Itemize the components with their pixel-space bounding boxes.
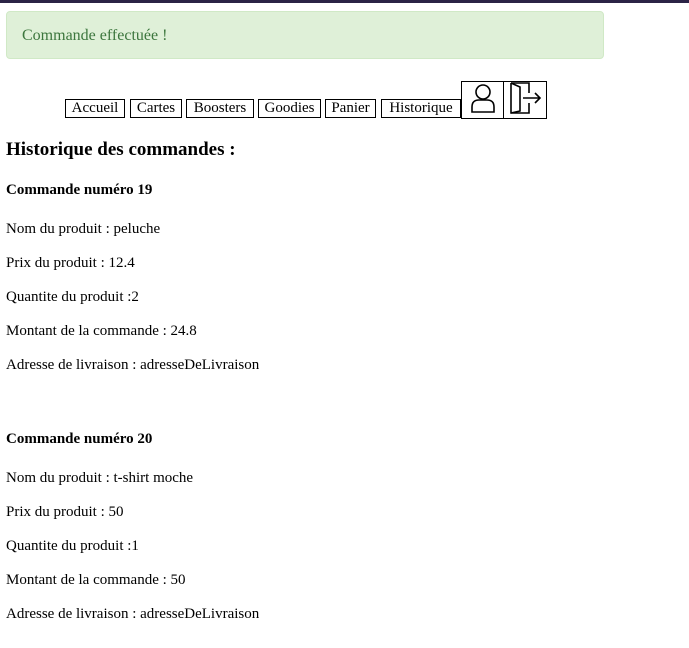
order-quantity: Quantite du produit :1 bbox=[6, 538, 139, 554]
order-heading: Commande numéro 20 bbox=[6, 431, 153, 447]
alert-message: Commande effectuée ! bbox=[22, 27, 168, 44]
nav-cartes[interactable]: Cartes bbox=[130, 99, 182, 118]
order-card: Commande numéro 20 Nom du produit : t-sh… bbox=[6, 430, 259, 622]
order-total: Montant de la commande : 50 bbox=[6, 572, 186, 588]
order-product: Nom du produit : t-shirt moche bbox=[6, 470, 194, 486]
order-quantity: Quantite du produit :2 bbox=[6, 289, 139, 305]
order-card: Commande numéro 19 Nom du produit : pelu… bbox=[6, 181, 259, 373]
profile-button[interactable] bbox=[461, 81, 504, 119]
order-product: Nom du produit : peluche bbox=[6, 221, 161, 237]
success-alert: Commande effectuée ! bbox=[6, 11, 604, 59]
user-icon bbox=[468, 82, 498, 119]
logout-icon bbox=[508, 81, 542, 120]
order-address: Adresse de livraison : adresseDeLivraiso… bbox=[6, 606, 260, 622]
order-address: Adresse de livraison : adresseDeLivraiso… bbox=[6, 357, 260, 373]
logout-button[interactable] bbox=[503, 81, 547, 119]
page-title: Historique des commandes : bbox=[6, 139, 236, 160]
order-price: Prix du produit : 12.4 bbox=[6, 255, 135, 271]
top-accent-bar bbox=[0, 0, 689, 3]
order-price: Prix du produit : 50 bbox=[6, 504, 124, 520]
order-total: Montant de la commande : 24.8 bbox=[6, 323, 197, 339]
nav-panier[interactable]: Panier bbox=[325, 99, 376, 118]
nav-goodies[interactable]: Goodies bbox=[258, 99, 321, 118]
order-heading: Commande numéro 19 bbox=[6, 182, 153, 198]
nav-boosters[interactable]: Boosters bbox=[186, 99, 254, 118]
nav-accueil[interactable]: Accueil bbox=[65, 99, 125, 118]
nav-historique[interactable]: Historique bbox=[381, 99, 461, 118]
